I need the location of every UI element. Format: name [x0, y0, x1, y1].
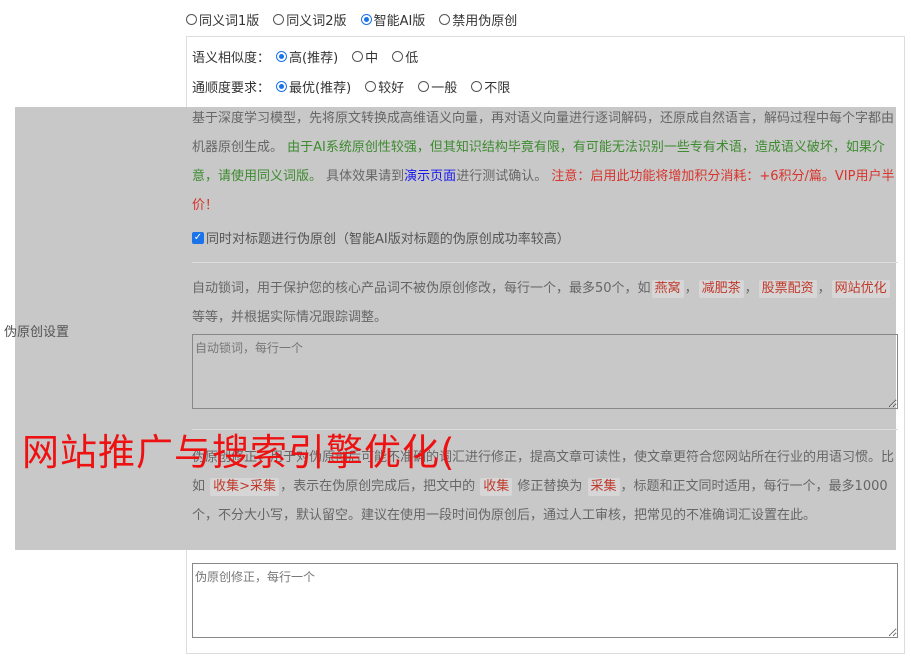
mode-option-ai[interactable]: 智能AI版 [360, 10, 426, 29]
fluency-option-label: 一般 [431, 81, 458, 96]
radio-icon[interactable] [186, 14, 197, 25]
radio-icon[interactable] [352, 51, 364, 62]
watermark-text: 网站推广与搜索引擎优化( [22, 431, 456, 474]
ai-description: 基于深度学习模型，先将原文转换成高维语义向量，再对语义向量进行逐词解码，还原成自… [192, 104, 898, 220]
mode-option-label: 同义词1版 [199, 14, 260, 29]
radio-icon[interactable] [365, 81, 377, 92]
correction-textarea[interactable] [192, 563, 898, 638]
mode-option-label: 智能AI版 [373, 14, 426, 29]
mode-option-label: 同义词2版 [286, 14, 347, 29]
fluency-option-label: 不限 [484, 81, 511, 96]
radio-icon[interactable] [471, 81, 483, 92]
section-divider [192, 262, 898, 263]
mode-radio-group: 同义词1版 同义词2版 智能AI版 禁用伪原创 [186, 10, 531, 29]
radio-checked-icon[interactable] [276, 81, 288, 92]
effect-prefix-text: 具体效果请到 [326, 169, 405, 184]
mode-option-synonym1[interactable]: 同义词1版 [186, 10, 259, 29]
example-tag: 收集>采集 [210, 478, 280, 496]
radio-checked-icon[interactable] [276, 51, 288, 62]
radio-icon[interactable] [392, 51, 404, 62]
mode-option-label: 禁用伪原创 [452, 14, 518, 29]
fluency-option-best[interactable]: 最优(推荐) [276, 77, 351, 96]
example-tag: 股票配资 [758, 280, 817, 298]
tag-separator: ， [684, 281, 698, 296]
lock-words-textarea[interactable] [192, 334, 898, 409]
effect-suffix-text: 进行测试确认。 [456, 169, 548, 184]
mode-option-synonym2[interactable]: 同义词2版 [273, 10, 347, 29]
fluency-option-label: 最优(推荐) [289, 81, 352, 96]
title-rewrite-label: 同时对标题进行伪原创（智能AI版对标题的伪原创成功率较高） [206, 232, 570, 247]
tag-separator: ， [817, 281, 831, 296]
title-rewrite-checkbox-row[interactable]: ✓ 同时对标题进行伪原创（智能AI版对标题的伪原创成功率较高） [192, 228, 570, 247]
radio-icon[interactable] [273, 14, 285, 25]
radio-icon[interactable] [418, 81, 430, 92]
fluency-option-label: 较好 [378, 81, 405, 96]
radio-icon[interactable] [439, 14, 451, 25]
example-tag: 减肥茶 [698, 280, 744, 298]
example-tag: 燕窝 [651, 280, 684, 298]
correction-desc-part: 修正替换为 [517, 479, 583, 494]
lock-words-description: 自动锁词，用于保护您的核心产品词不被伪原创修改，每行一个，最多50个，如 燕窝，减… [192, 274, 898, 332]
demo-page-link[interactable]: 演示页面 [404, 169, 456, 184]
fluency-label: 通顺度要求： [192, 81, 271, 96]
lock-desc-suffix: 等等，并根据实际情况跟踪调整。 [192, 310, 388, 325]
similarity-radio-group: 语义相似度： 高(推荐) 中 低 [192, 47, 432, 66]
example-tag: 收集 [480, 478, 513, 496]
example-tag: 网站优化 [831, 280, 890, 298]
fluency-option-unlimited[interactable]: 不限 [471, 77, 510, 96]
radio-checked-icon[interactable] [360, 14, 372, 25]
similarity-option-label: 高(推荐) [289, 51, 339, 66]
correction-desc-part: ，表示在伪原创完成后，把文中的 [280, 479, 476, 494]
pseudo-original-settings-label: 伪原创设置 [4, 325, 70, 340]
fluency-option-good[interactable]: 较好 [365, 77, 404, 96]
similarity-option-high[interactable]: 高(推荐) [276, 47, 338, 66]
similarity-option-medium[interactable]: 中 [352, 47, 378, 66]
fluency-option-normal[interactable]: 一般 [418, 77, 457, 96]
similarity-option-label: 低 [405, 51, 419, 66]
lock-desc-prefix: 自动锁词，用于保护您的核心产品词不被伪原创修改，每行一个，最多50个，如 [192, 281, 651, 296]
similarity-option-label: 中 [365, 51, 379, 66]
similarity-option-low[interactable]: 低 [392, 47, 418, 66]
checkbox-checked-icon[interactable]: ✓ [192, 231, 204, 244]
mode-option-disable[interactable]: 禁用伪原创 [439, 10, 517, 29]
similarity-label: 语义相似度： [192, 51, 271, 66]
fluency-radio-group: 通顺度要求： 最优(推荐) 较好 一般 不限 [192, 77, 524, 96]
tag-separator: ， [744, 281, 758, 296]
example-tag: 采集 [587, 478, 620, 496]
